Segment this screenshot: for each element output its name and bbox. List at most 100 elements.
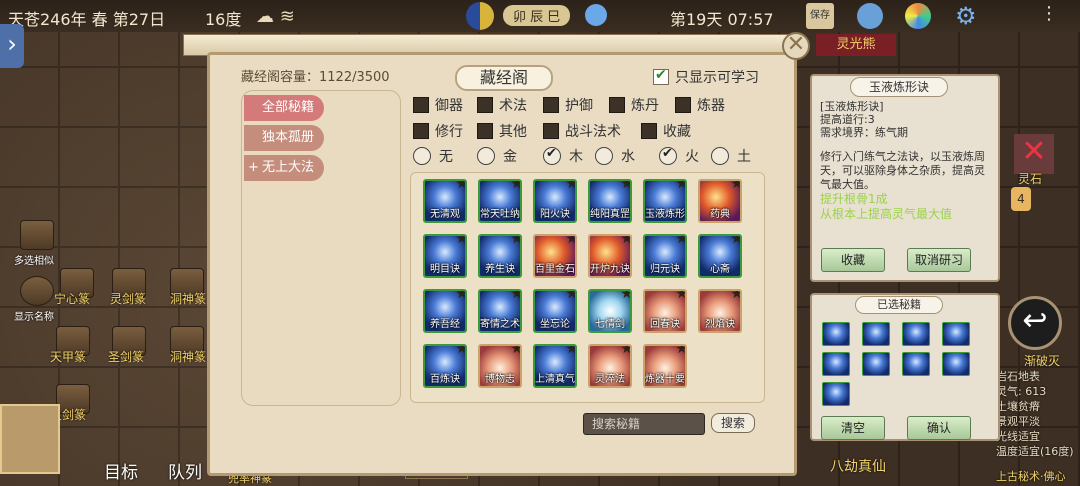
book-tile[interactable]: 玉液炼形诀 ★ <box>643 179 687 223</box>
element-filter-5[interactable]: 土 <box>711 146 751 166</box>
day-time: 第19天 07:57 <box>670 10 774 29</box>
book-tile[interactable]: 百炼诀 ★ <box>423 344 467 388</box>
star-icon: ★ <box>510 344 522 357</box>
filter-combat-spell[interactable]: 战斗法术 <box>543 121 621 141</box>
book-tile[interactable]: 养生诀 ★ <box>478 234 522 278</box>
book-name: 心斋 <box>710 264 730 275</box>
selected-book-tile[interactable] <box>822 382 850 406</box>
book-tile[interactable]: 百里金石决 ★ <box>533 234 577 278</box>
filter-forging[interactable]: 炼器 <box>675 95 725 115</box>
element-filter-1[interactable]: 金 <box>477 146 517 166</box>
book-tile[interactable]: 阳火诀 ★ <box>533 179 577 223</box>
only-learnable-toggle[interactable]: 只显示可学习 <box>653 67 759 87</box>
selected-book-tile[interactable] <box>942 322 970 346</box>
book-name: 寄情之术 <box>480 319 520 330</box>
filter-guard[interactable]: 护御 <box>543 95 593 115</box>
book-name: 常天吐纳法 <box>480 209 520 220</box>
radio-icon <box>413 147 431 165</box>
selected-book-tile[interactable] <box>822 322 850 346</box>
gear-icon[interactable]: ⚙ <box>955 2 977 30</box>
element-filter-2[interactable]: 木 <box>543 146 583 166</box>
collect-button[interactable]: 收藏 <box>821 248 885 272</box>
search-button[interactable]: 搜索 <box>711 413 755 433</box>
element-filter-3[interactable]: 水 <box>595 146 635 166</box>
scenery-info: 景观平淡 <box>996 415 1040 428</box>
radio-icon <box>595 147 613 165</box>
filter-spell[interactable]: 术法 <box>477 95 527 115</box>
target-label[interactable]: 目标 <box>104 458 138 483</box>
tab-unique-books[interactable]: 独本孤册 <box>244 125 324 151</box>
queue-label[interactable]: 队列 <box>168 458 202 483</box>
book-tile[interactable]: 常天吐纳法 ★ <box>478 179 522 223</box>
cancel-study-button[interactable]: 取消研习 <box>907 248 971 272</box>
star-icon: ★ <box>455 344 467 357</box>
terrain-info: 岩石地表 <box>996 370 1040 383</box>
book-tile[interactable]: 七情剑 ★ <box>588 289 632 333</box>
eye-icon[interactable] <box>20 276 54 306</box>
filter-other[interactable]: 其他 <box>477 121 527 141</box>
star-icon: ★ <box>730 179 742 192</box>
tab-supreme-methods[interactable]: + 无上大法 <box>244 155 324 181</box>
sword-icon[interactable] <box>857 3 883 29</box>
map-label: 宁心篆 <box>54 292 91 306</box>
book-tile[interactable]: 开炉九诀 ★ <box>588 234 632 278</box>
close-button[interactable]: ✕ <box>782 32 810 60</box>
temperature-info: 温度适宜(16度) <box>996 445 1074 458</box>
yin-yang-icon[interactable] <box>466 2 494 30</box>
book-name: 坐忘论 <box>540 319 570 330</box>
save-icon[interactable]: 保存 <box>806 3 834 29</box>
search-input[interactable]: 搜索秘籍 <box>583 413 705 435</box>
multi-select-icon[interactable] <box>20 220 54 250</box>
filter-cultivation[interactable]: 修行 <box>413 121 463 141</box>
book-name: 开炉九诀 <box>590 264 630 275</box>
season-badge: 卯 辰 巳 <box>503 5 571 26</box>
book-tile[interactable]: 回春诀 ★ <box>643 289 687 333</box>
map-label: 天甲篆 <box>50 350 87 364</box>
checkbox-icon[interactable] <box>653 67 669 85</box>
selected-book-tile[interactable] <box>862 322 890 346</box>
book-tile[interactable]: 坐忘论 ★ <box>533 289 577 333</box>
book-tile[interactable]: 纯阳真罡 ★ <box>588 179 632 223</box>
star-icon: ★ <box>620 289 632 302</box>
selected-book-tile[interactable] <box>822 352 850 376</box>
book-name: 阳火诀 <box>540 209 570 220</box>
book-tile[interactable]: 明目诀 ★ <box>423 234 467 278</box>
star-icon: ★ <box>455 234 467 247</box>
target-icon[interactable] <box>100 422 150 462</box>
crossed-icon[interactable]: ✕ <box>1014 134 1054 174</box>
filter-alchemy[interactable]: 炼丹 <box>609 95 659 115</box>
selected-book-tile[interactable] <box>902 352 930 376</box>
book-tile[interactable]: 归元诀 ★ <box>643 234 687 278</box>
book-name: 百里金石决 <box>535 264 575 275</box>
return-icon[interactable]: ↩ <box>1008 296 1062 350</box>
filter-favorite[interactable]: 收藏 <box>641 121 691 141</box>
book-tile[interactable]: 无清观 ★ <box>423 179 467 223</box>
book-tile[interactable]: 博物志 ★ <box>478 344 522 388</box>
selected-book-tile[interactable] <box>862 352 890 376</box>
globe-icon[interactable] <box>585 4 607 26</box>
book-tile[interactable]: 养吾经 ★ <box>423 289 467 333</box>
element-filter-4[interactable]: 火 <box>659 146 699 166</box>
book-tile[interactable]: 炼器十要 ★ <box>643 344 687 388</box>
book-tile[interactable]: 寄情之术 ★ <box>478 289 522 333</box>
book-tile[interactable]: 灵淬法 ★ <box>588 344 632 388</box>
element-filter-0[interactable]: 无 <box>413 146 453 166</box>
clear-button[interactable]: 清空 <box>821 416 885 440</box>
detail-effect-2: 从根本上提高灵气最大值 <box>820 207 953 221</box>
map-label: 灵剑篆 <box>110 292 147 306</box>
gourd-icon[interactable] <box>0 404 60 474</box>
expand-sidebar-button[interactable]: › <box>0 24 24 68</box>
book-name: 上清真气 <box>535 374 575 385</box>
confirm-button[interactable]: 确认 <box>907 416 971 440</box>
filter-defense-item[interactable]: 御器 <box>413 95 463 115</box>
book-tile[interactable]: 心斋 ★ <box>698 234 742 278</box>
selected-book-tile[interactable] <box>942 352 970 376</box>
selected-book-tile[interactable] <box>902 322 930 346</box>
tab-all-books[interactable]: 全部秘籍 <box>244 95 324 121</box>
book-name: 回春诀 <box>650 319 680 330</box>
more-icon[interactable]: ⋮ <box>1040 3 1058 24</box>
book-tile[interactable]: 药典 ★ <box>698 179 742 223</box>
book-tile[interactable]: 上清真气 ★ <box>533 344 577 388</box>
palette-icon[interactable] <box>905 3 931 29</box>
book-tile[interactable]: 烈焰诀 ★ <box>698 289 742 333</box>
